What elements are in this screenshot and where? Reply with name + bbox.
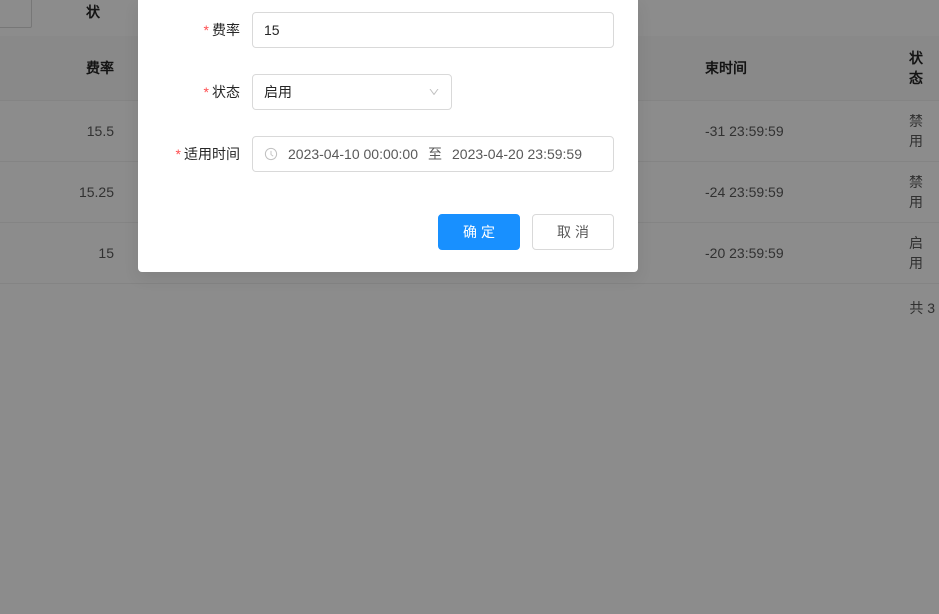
required-asterisk-icon: *: [204, 84, 209, 100]
edit-modal: *费率 *状态 启用 *适用时间 2023-: [138, 0, 638, 272]
cancel-button[interactable]: 取消: [532, 214, 614, 250]
range-end-value: 2023-04-20 23:59:59: [452, 146, 582, 162]
rate-label: *费率: [162, 20, 252, 40]
form-row-time: *适用时间 2023-04-10 00:00:00 至 2023-04-20 2…: [162, 136, 614, 172]
status-select[interactable]: 启用: [252, 74, 452, 110]
modal-footer: 确定 取消: [162, 214, 614, 250]
required-asterisk-icon: *: [176, 146, 181, 162]
range-start-value: 2023-04-10 00:00:00: [288, 146, 418, 162]
clock-icon: [264, 147, 278, 161]
status-label-text: 状态: [212, 84, 240, 100]
time-label: *适用时间: [162, 144, 252, 164]
required-asterisk-icon: *: [204, 22, 209, 38]
rate-input[interactable]: [252, 12, 614, 48]
range-separator: 至: [428, 144, 442, 164]
status-select-value: 启用: [264, 82, 292, 102]
form-row-rate: *费率: [162, 12, 614, 48]
time-label-text: 适用时间: [184, 146, 240, 162]
form-row-status: *状态 启用: [162, 74, 614, 110]
rate-label-text: 费率: [212, 22, 240, 38]
confirm-button[interactable]: 确定: [438, 214, 520, 250]
status-label: *状态: [162, 82, 252, 102]
chevron-down-icon: [428, 86, 440, 98]
time-range-picker[interactable]: 2023-04-10 00:00:00 至 2023-04-20 23:59:5…: [252, 136, 614, 172]
